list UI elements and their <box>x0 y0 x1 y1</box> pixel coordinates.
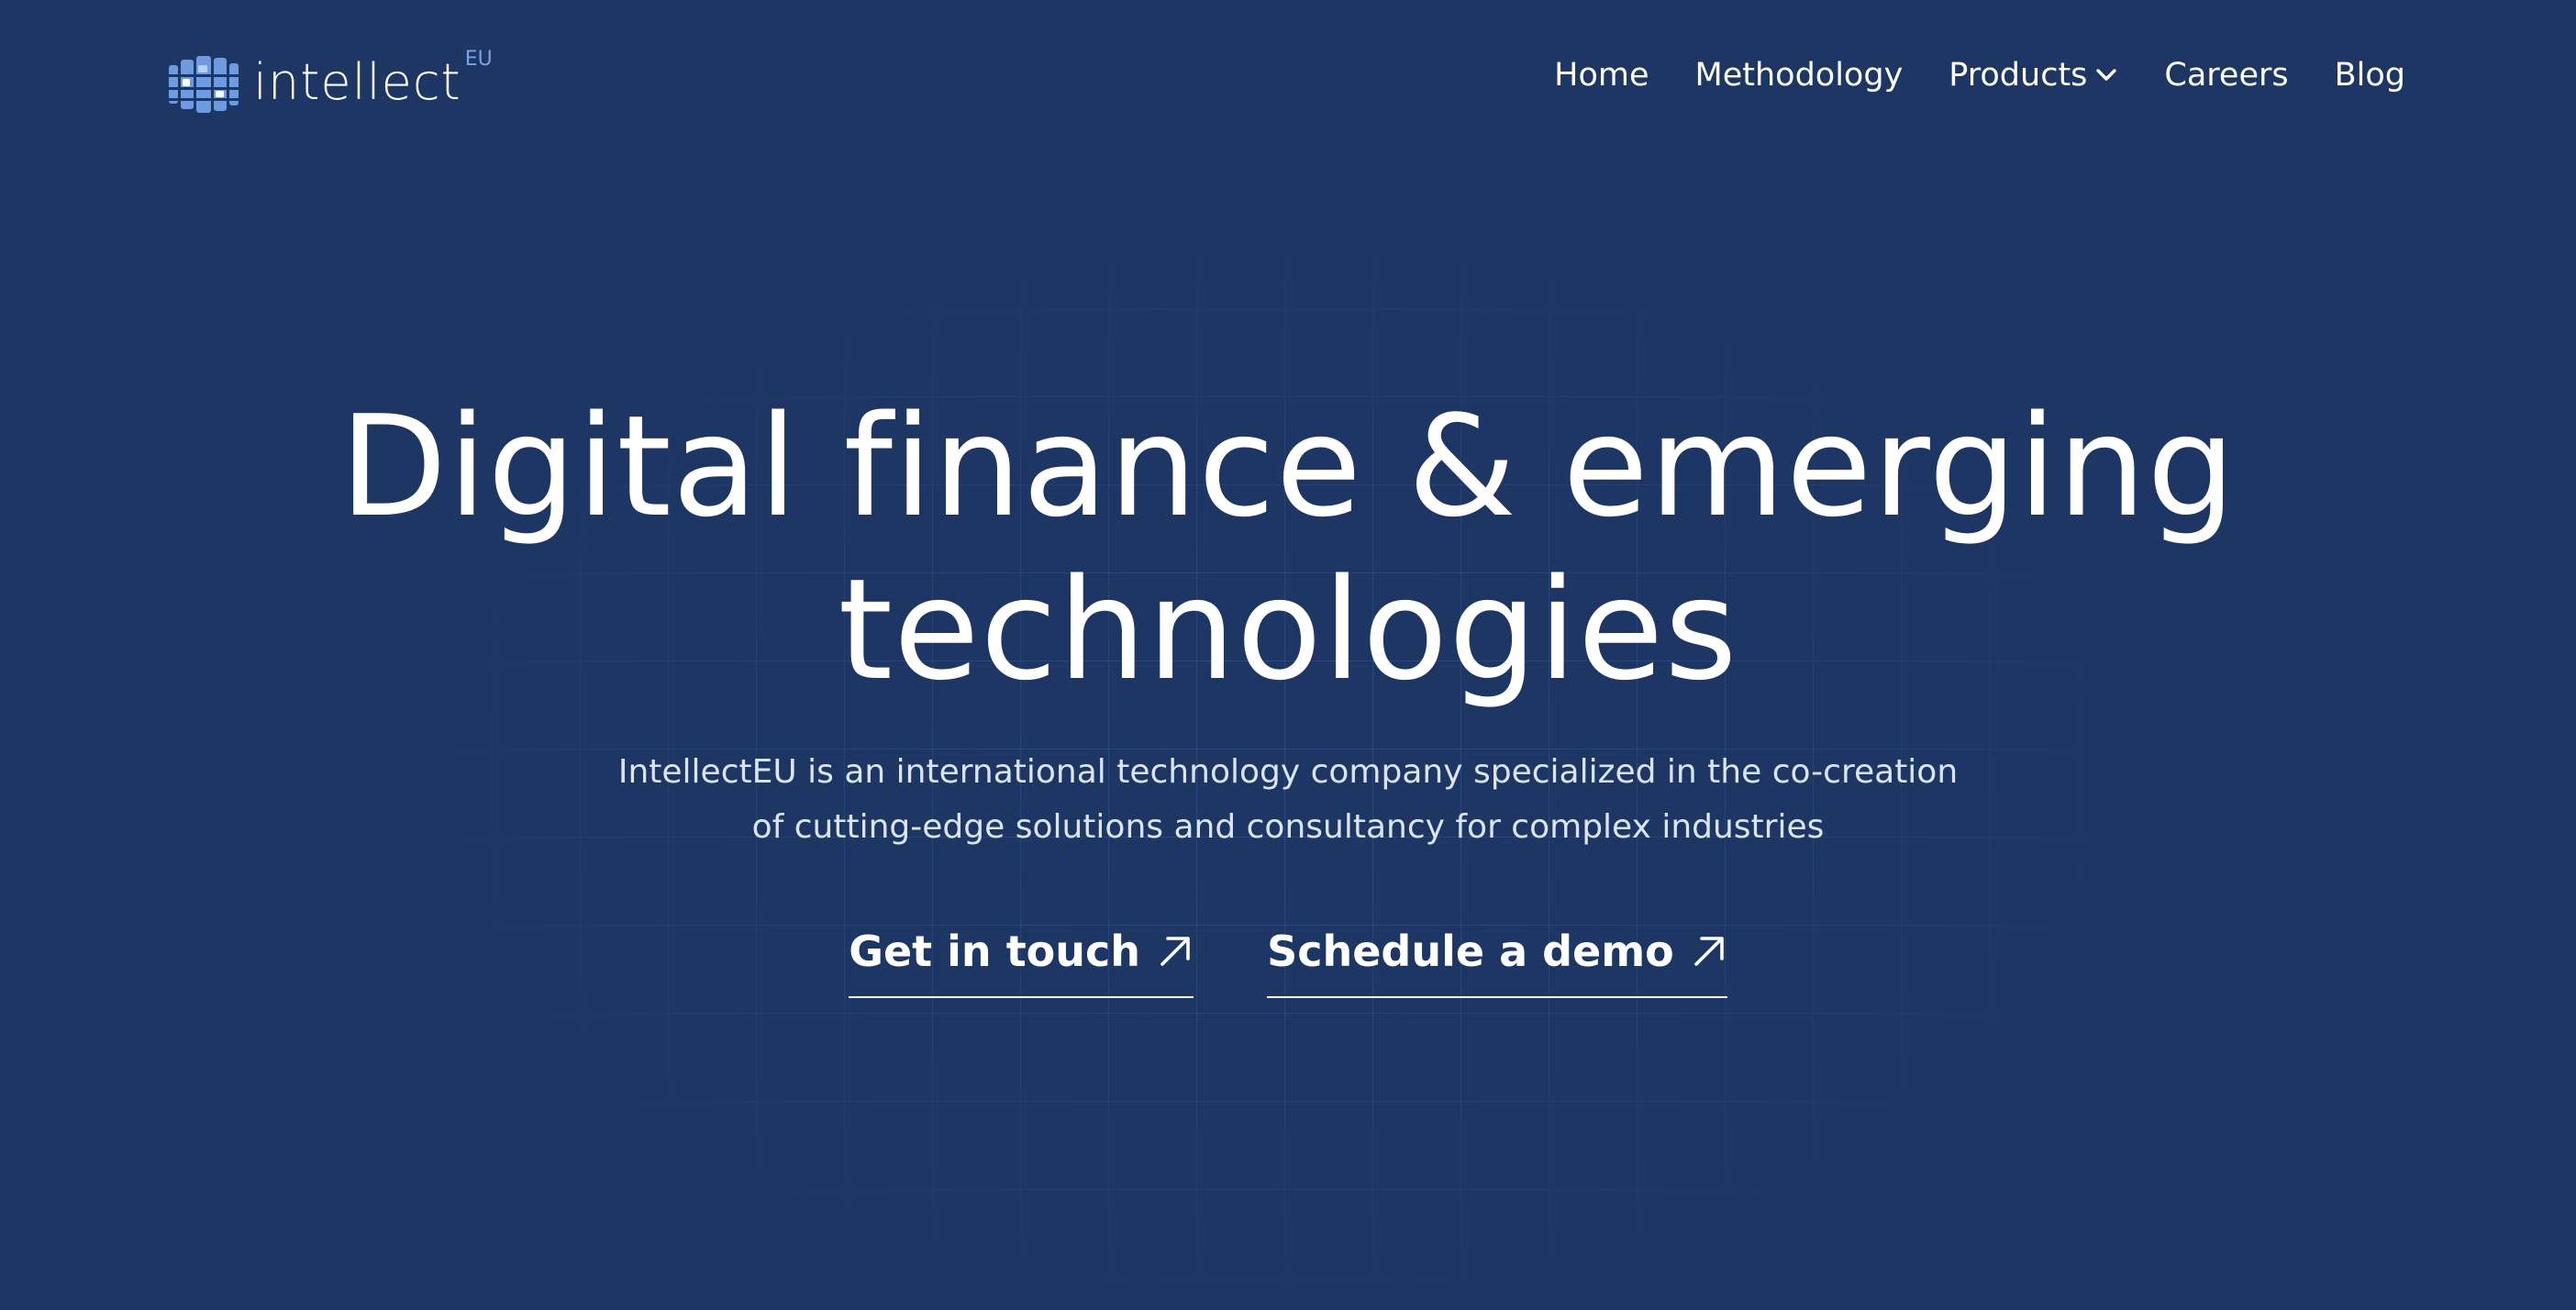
hero-subtitle-line-2: of cutting-edge solutions and consultanc… <box>751 808 1825 846</box>
nav-item-home[interactable]: Home <box>1554 57 1649 94</box>
logo-mark-icon <box>167 56 240 113</box>
arrow-up-right-icon <box>1693 937 1724 966</box>
logo-link[interactable]: intellect EU <box>167 47 493 119</box>
hero-subtitle-line-1: IntellectEU is an international technolo… <box>617 753 1959 791</box>
nav-item-products[interactable]: Products <box>1949 57 2118 94</box>
hero-title: Digital finance & emerging technologies <box>0 385 2576 712</box>
nav-item-products-label: Products <box>1949 57 2088 94</box>
page: intellect EU Home Methodology Products C… <box>0 0 2576 1310</box>
chevron-down-icon <box>2096 69 2117 81</box>
get-in-touch-button[interactable]: Get in touch <box>849 927 1194 998</box>
logo-wordmark: intellect <box>253 53 461 111</box>
arrow-up-right-icon <box>1160 937 1190 966</box>
hero-title-line-2: technologies <box>838 549 1738 711</box>
nav-item-careers[interactable]: Careers <box>2164 57 2288 94</box>
nav-item-methodology[interactable]: Methodology <box>1695 57 1904 94</box>
cta-row: Get in touch Schedule a demo <box>0 927 2576 998</box>
logo-superscript: EU <box>464 47 493 71</box>
schedule-demo-button[interactable]: Schedule a demo <box>1267 927 1727 998</box>
hero-title-line-1: Digital finance & emerging <box>339 385 2237 548</box>
main-nav: Home Methodology Products Careers Blog <box>1554 57 2405 94</box>
site-header: intellect EU Home Methodology Products C… <box>0 0 2576 165</box>
hero-subtitle: IntellectEU is an international technolo… <box>0 745 2576 855</box>
schedule-demo-label: Schedule a demo <box>1267 927 1674 976</box>
get-in-touch-label: Get in touch <box>849 927 1141 976</box>
nav-item-blog[interactable]: Blog <box>2335 57 2405 94</box>
